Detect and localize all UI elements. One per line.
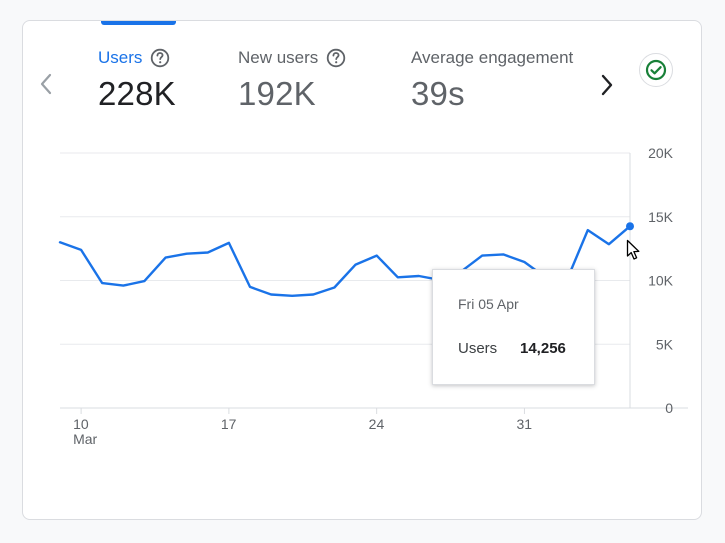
x-tick-label: 31 [516, 416, 532, 432]
y-tick-label: 10K [648, 273, 674, 289]
users-line-chart: 0 5K 10K 15K 20K 10Mar 17 24 31 [58, 145, 688, 447]
tooltip-metric-value: 14,256 [520, 340, 566, 357]
y-tick-label: 5K [656, 336, 674, 352]
tooltip-metric-label: Users [458, 340, 498, 357]
x-tick-label: 10 [73, 416, 89, 432]
data-point [626, 222, 634, 231]
y-tick-label: 0 [665, 400, 673, 416]
chart-tooltip: Fri 05 Apr Users 14,256 [432, 269, 595, 385]
y-tick-label: 20K [648, 145, 674, 161]
x-tick-sublabel: Mar [73, 431, 97, 447]
y-tick-label: 15K [648, 209, 674, 225]
x-tick-label: 24 [369, 416, 385, 432]
mouse-pointer-icon [626, 239, 640, 260]
tooltip-date: Fri 05 Apr [458, 296, 519, 312]
users-overview-card: Users 228K New users 192K Average engage… [22, 20, 702, 520]
x-tick-label: 17 [221, 416, 237, 432]
